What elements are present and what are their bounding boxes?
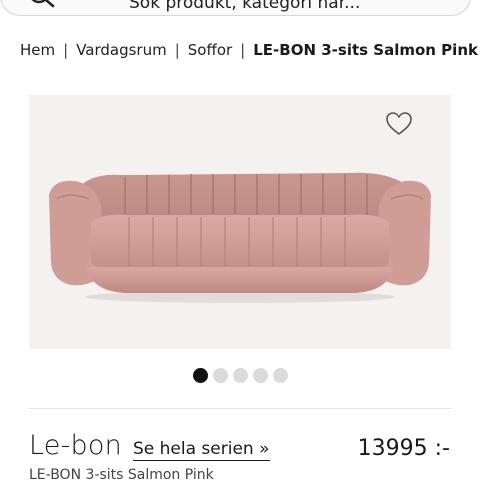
breadcrumb: Hem | Vardagsrum | Soffor | LE-BON 3-sit… [20,41,478,59]
product-page: Sök produkt, kategori här... Hem | Varda… [0,0,480,480]
breadcrumb-current: LE-BON 3-sits Salmon Pink [253,41,478,59]
image-carousel-dots [193,368,288,383]
see-series-link[interactable]: Se hela serien » [133,439,270,461]
search-input[interactable]: Sök produkt, kategori här... [0,0,471,16]
carousel-dot-3[interactable] [233,368,248,383]
search-icon [31,0,55,8]
breadcrumb-separator: | [63,41,69,59]
breadcrumb-living-room[interactable]: Vardagsrum [76,41,167,59]
product-name: LE-BON 3-sits Salmon Pink [29,467,214,480]
breadcrumb-separator: | [240,41,246,59]
carousel-dot-2[interactable] [213,368,228,383]
product-image[interactable] [29,95,451,349]
breadcrumb-sofas[interactable]: Soffor [188,41,232,59]
breadcrumb-home[interactable]: Hem [20,41,55,59]
carousel-dot-4[interactable] [253,368,268,383]
brand-name: Le-bon [29,430,122,461]
carousel-dot-1[interactable] [193,368,208,383]
divider [29,408,451,409]
carousel-dot-5[interactable] [273,368,288,383]
product-price: 13995 :- [357,436,450,461]
search-placeholder: Sök produkt, kategori här... [129,0,361,13]
heart-outline-icon[interactable] [385,111,413,137]
breadcrumb-separator: | [174,41,180,59]
